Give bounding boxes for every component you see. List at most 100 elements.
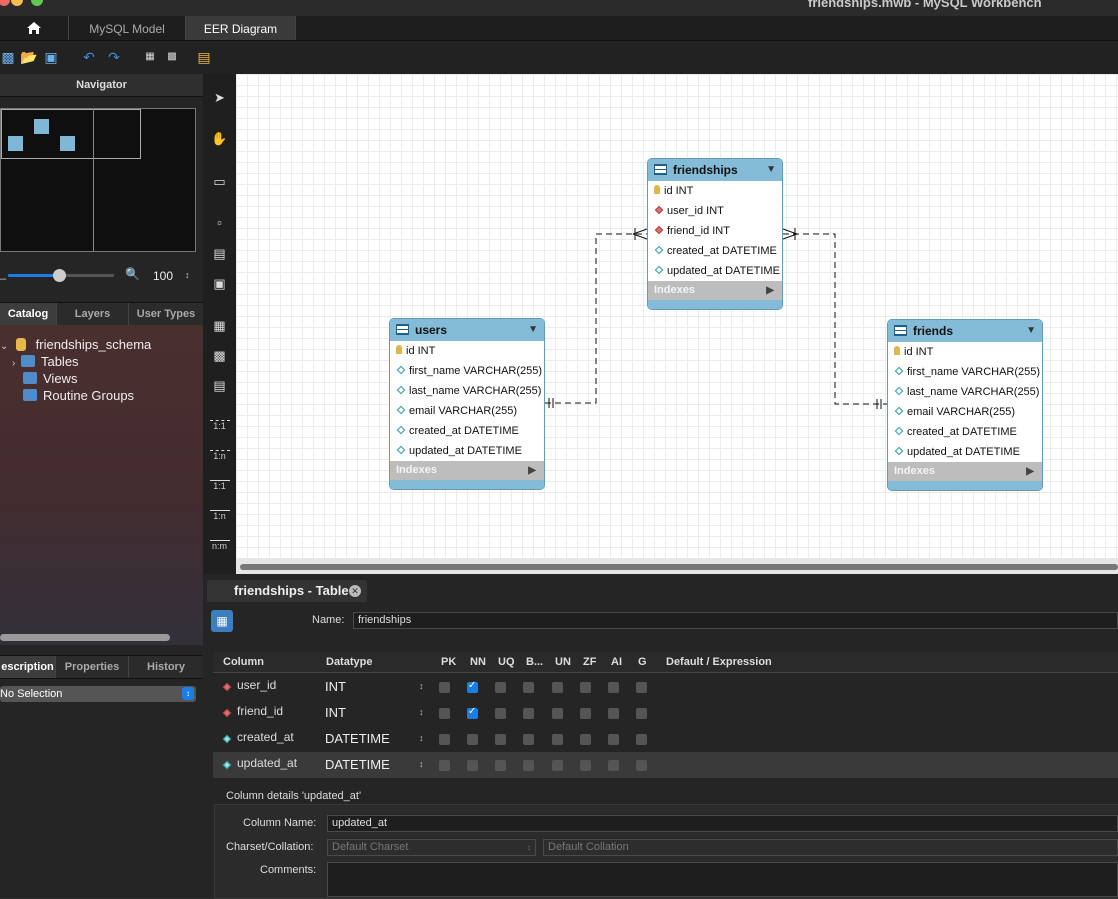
datatype-stepper-icon[interactable]: ↕ bbox=[419, 733, 424, 743]
expand-indexes-icon[interactable]: ▶ bbox=[1026, 462, 1034, 481]
flag-checkbox[interactable] bbox=[439, 734, 450, 745]
flag-checkbox[interactable] bbox=[636, 708, 647, 719]
flag-checkbox[interactable] bbox=[580, 760, 591, 771]
header-uq[interactable]: UQ bbox=[498, 652, 515, 672]
entity-header[interactable]: users ▼ bbox=[390, 319, 544, 341]
column-grid-row[interactable]: created_at DATETIME ↕ bbox=[213, 726, 1118, 752]
relationship-1n-tool[interactable]: 1:n bbox=[203, 450, 236, 461]
column-name-cell[interactable]: created_at bbox=[237, 730, 294, 744]
zoom-out-icon[interactable]: – bbox=[0, 273, 6, 285]
header-column[interactable]: Column bbox=[223, 652, 264, 672]
tab-properties[interactable]: Properties bbox=[56, 656, 129, 678]
editor-tab[interactable]: friendships - Table ✕ bbox=[207, 580, 367, 602]
entity-indexes[interactable]: Indexes ▶ bbox=[648, 281, 782, 300]
flag-checkbox[interactable] bbox=[439, 760, 450, 771]
tab-catalog[interactable]: Catalog bbox=[0, 303, 57, 325]
new-routine-group-tool-icon[interactable]: ▤ bbox=[203, 378, 236, 394]
minimize-window-icon[interactable] bbox=[11, 0, 23, 6]
eraser-tool-icon[interactable]: ▭ bbox=[203, 174, 236, 190]
tree-item-views[interactable]: Views bbox=[23, 371, 77, 386]
expand-indexes-icon[interactable]: ▶ bbox=[766, 281, 774, 300]
chevron-right-icon[interactable]: › bbox=[12, 358, 15, 369]
header-pk[interactable]: PK bbox=[441, 652, 456, 672]
header-un[interactable]: UN bbox=[555, 652, 571, 672]
new-document-icon[interactable]: ▩ bbox=[0, 49, 16, 65]
header-nn[interactable]: NN bbox=[470, 652, 486, 672]
header-zf[interactable]: ZF bbox=[583, 652, 596, 672]
diagram-canvas[interactable]: friendships ▼ id INT user_id INT friend_i… bbox=[236, 74, 1118, 558]
flag-checkbox[interactable] bbox=[439, 682, 450, 693]
datatype-cell[interactable]: DATETIME bbox=[325, 757, 390, 772]
flag-checkbox[interactable] bbox=[580, 734, 591, 745]
expand-indexes-icon[interactable]: ▶ bbox=[528, 461, 536, 480]
column-name-cell[interactable]: updated_at bbox=[237, 756, 297, 770]
flag-checkbox[interactable] bbox=[495, 682, 506, 693]
entity-users[interactable]: users ▼ id INT first_name VARCHAR(255) la… bbox=[389, 318, 545, 490]
flag-checkbox[interactable] bbox=[636, 734, 647, 745]
entity-friends[interactable]: friends ▼ id INT first_name VARCHAR(255) … bbox=[887, 319, 1043, 491]
save-icon[interactable]: ▣ bbox=[43, 49, 59, 65]
entity-indexes[interactable]: Indexes ▶ bbox=[390, 461, 544, 480]
undo-icon[interactable]: ↶ bbox=[81, 49, 97, 65]
flag-checkbox[interactable] bbox=[523, 760, 534, 771]
new-view-tool-icon[interactable]: ▩ bbox=[203, 348, 236, 364]
layer-tool-icon[interactable]: ▫ bbox=[203, 215, 236, 230]
pointer-tool-icon[interactable]: ➤ bbox=[203, 90, 236, 106]
zoom-stepper-icon[interactable]: ↕ bbox=[185, 270, 190, 280]
hand-tool-icon[interactable]: ✋ bbox=[203, 131, 236, 147]
datatype-stepper-icon[interactable]: ↕ bbox=[419, 681, 424, 691]
flag-checkbox[interactable] bbox=[467, 680, 478, 693]
flag-checkbox[interactable] bbox=[636, 682, 647, 693]
flag-checkbox[interactable] bbox=[608, 760, 619, 771]
tree-item-schema[interactable]: ⌄ friendships_schema bbox=[0, 337, 151, 352]
close-tab-icon[interactable]: ✕ bbox=[349, 585, 361, 597]
header-datatype[interactable]: Datatype bbox=[326, 652, 372, 672]
canvas-scroll-thumb[interactable] bbox=[240, 564, 1118, 570]
relationship-nm-tool[interactable]: n:m bbox=[203, 540, 236, 551]
entity-indexes[interactable]: Indexes ▶ bbox=[888, 462, 1042, 481]
header-default[interactable]: Default / Expression bbox=[666, 652, 772, 672]
datatype-stepper-icon[interactable]: ↕ bbox=[419, 759, 424, 769]
flag-checkbox[interactable] bbox=[467, 706, 478, 719]
flag-checkbox[interactable] bbox=[608, 708, 619, 719]
relationship-11-identifying-tool[interactable]: 1:1 bbox=[203, 480, 236, 491]
comments-textarea[interactable] bbox=[327, 862, 1118, 897]
navigator-preview[interactable] bbox=[0, 108, 196, 252]
collapse-icon[interactable]: ▼ bbox=[766, 159, 776, 181]
redo-icon[interactable]: ↷ bbox=[106, 49, 122, 65]
flag-checkbox[interactable] bbox=[580, 682, 591, 693]
header-b[interactable]: B... bbox=[526, 652, 543, 672]
tab-user-types[interactable]: User Types bbox=[129, 303, 203, 325]
zoom-value[interactable]: 100 bbox=[153, 269, 173, 283]
image-tool-icon[interactable]: ▣ bbox=[203, 276, 236, 292]
flag-checkbox[interactable] bbox=[580, 708, 591, 719]
tab-mysql-model[interactable]: MySQL Model bbox=[69, 16, 186, 40]
tree-item-routine-groups[interactable]: Routine Groups bbox=[23, 388, 134, 403]
new-table-tool-icon[interactable]: ▦ bbox=[203, 318, 236, 334]
flag-checkbox[interactable] bbox=[467, 760, 478, 771]
close-window-icon[interactable] bbox=[0, 0, 10, 6]
flag-checkbox[interactable] bbox=[495, 708, 506, 719]
header-g[interactable]: G bbox=[638, 652, 647, 672]
datatype-cell[interactable]: INT bbox=[325, 679, 346, 694]
flag-checkbox[interactable] bbox=[439, 708, 450, 719]
relationship-1n-identifying-tool[interactable]: 1:n bbox=[203, 510, 236, 521]
column-name-input[interactable]: updated_at bbox=[327, 815, 1118, 832]
flag-checkbox[interactable] bbox=[495, 760, 506, 771]
tab-layers[interactable]: Layers bbox=[57, 303, 129, 325]
align-grid-icon[interactable]: ▩ bbox=[164, 49, 180, 65]
home-tab[interactable] bbox=[0, 16, 69, 40]
new-diagram-icon[interactable]: ▤ bbox=[196, 49, 212, 65]
entity-header[interactable]: friendships ▼ bbox=[648, 159, 782, 181]
column-grid-row[interactable]: user_id INT ↕ bbox=[213, 674, 1118, 700]
flag-checkbox[interactable] bbox=[552, 682, 563, 693]
flag-checkbox[interactable] bbox=[552, 760, 563, 771]
datatype-cell[interactable]: INT bbox=[325, 705, 346, 720]
flag-checkbox[interactable] bbox=[523, 708, 534, 719]
tab-history[interactable]: History bbox=[129, 656, 203, 678]
text-tool-icon[interactable]: ▤ bbox=[203, 246, 236, 262]
zoom-in-icon[interactable]: 🔍 bbox=[125, 267, 140, 281]
flag-checkbox[interactable] bbox=[523, 734, 534, 745]
flag-checkbox[interactable] bbox=[523, 682, 534, 693]
column-grid-row[interactable]: updated_at DATETIME ↕ bbox=[213, 752, 1118, 778]
